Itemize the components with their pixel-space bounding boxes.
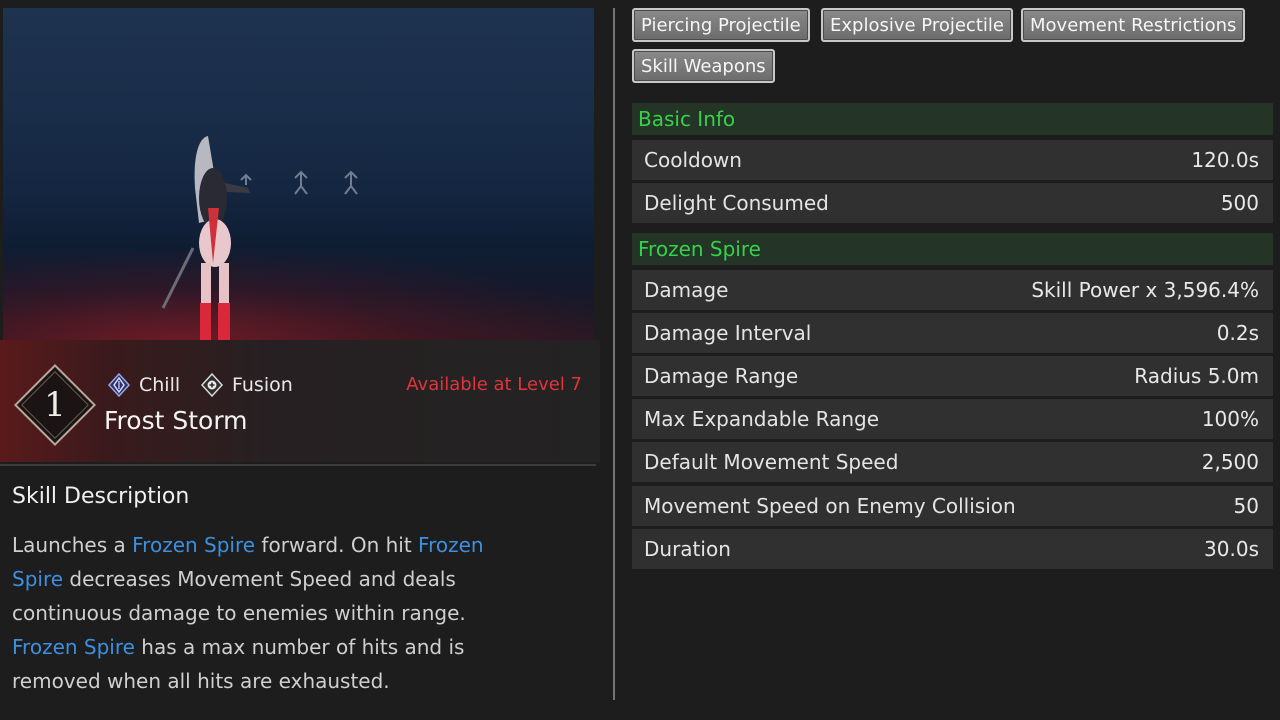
stat-row: Damage Skill Power x 3,596.4% [632, 270, 1273, 310]
skill-stats-panel: Piercing Projectile Explosive Projectile… [632, 0, 1274, 720]
stat-value: 50 [1233, 494, 1259, 518]
stat-row: Max Expandable Range 100% [632, 399, 1273, 439]
stat-label: Damage Interval [644, 321, 812, 345]
tag-chill-label: Chill [139, 374, 181, 396]
left-divider [0, 464, 596, 466]
tag-fusion-label: Fusion [232, 374, 293, 396]
stat-row: Damage Interval 0.2s [632, 313, 1273, 353]
chip-explosive-projectile[interactable]: Explosive Projectile [821, 8, 1013, 42]
stat-row: Cooldown 120.0s [632, 140, 1273, 180]
skill-availability: Available at Level 7 [406, 374, 582, 395]
stat-row: Damage Range Radius 5.0m [632, 356, 1273, 396]
stat-label: Movement Speed on Enemy Collision [644, 494, 1016, 518]
panel-divider [613, 8, 615, 700]
description-text-segment: decreases Movement Speed and deals conti… [12, 567, 466, 625]
stat-value: 120.0s [1191, 148, 1259, 172]
skill-detail-screen: 1 Chill Fusion Frost Storm Available at [0, 0, 1280, 720]
stat-value: 0.2s [1216, 321, 1259, 345]
description-text-segment: Launches a [12, 533, 133, 557]
skill-description-title: Skill Description [12, 484, 190, 509]
stat-value: 2,500 [1201, 450, 1259, 474]
tag-fusion: Fusion [200, 372, 293, 398]
skill-header: 1 Chill Fusion Frost Storm Available at [0, 340, 600, 462]
section-frozen-spire: Frozen Spire [632, 233, 1273, 265]
stat-value: Skill Power x 3,596.4% [1031, 278, 1259, 302]
stat-value: 30.0s [1204, 537, 1259, 561]
stat-label: Damage Range [644, 364, 799, 388]
description-text-segment: forward. On hit [255, 533, 419, 557]
tag-chill: Chill [107, 372, 180, 398]
skill-overview-panel: 1 Chill Fusion Frost Storm Available at [0, 0, 600, 720]
fusion-type-icon [200, 373, 224, 397]
character-preview-figure [161, 136, 358, 340]
stat-row: Default Movement Speed 2,500 [632, 442, 1273, 482]
stat-label: Damage [644, 278, 729, 302]
stat-row: Delight Consumed 500 [632, 183, 1273, 223]
stat-label: Default Movement Speed [644, 450, 899, 474]
description-keyword: Frozen Spire [12, 635, 135, 659]
chip-piercing-projectile[interactable]: Piercing Projectile [632, 8, 810, 42]
chip-skill-weapons[interactable]: Skill Weapons [632, 49, 775, 83]
stat-label: Max Expandable Range [644, 407, 880, 431]
description-keyword: Frozen Spire [132, 533, 256, 557]
stat-value: 100% [1201, 407, 1259, 431]
section-basic-info: Basic Info [632, 103, 1273, 135]
stat-label: Delight Consumed [644, 191, 829, 215]
stat-label: Duration [644, 537, 731, 561]
stat-row: Movement Speed on Enemy Collision 50 [632, 486, 1273, 526]
skill-name: Frost Storm [104, 406, 248, 435]
chill-element-icon [107, 373, 131, 397]
skill-description-text: Launches a Frozen Spire forward. On hit … [12, 528, 532, 698]
stat-row: Duration 30.0s [632, 529, 1273, 569]
stat-value: 500 [1220, 191, 1259, 215]
chip-movement-restrictions[interactable]: Movement Restrictions [1021, 8, 1246, 42]
stat-value: Radius 5.0m [1134, 364, 1259, 388]
skill-slot-number: 1 [44, 385, 66, 425]
stat-label: Cooldown [644, 148, 742, 172]
skill-preview-video [3, 8, 594, 340]
